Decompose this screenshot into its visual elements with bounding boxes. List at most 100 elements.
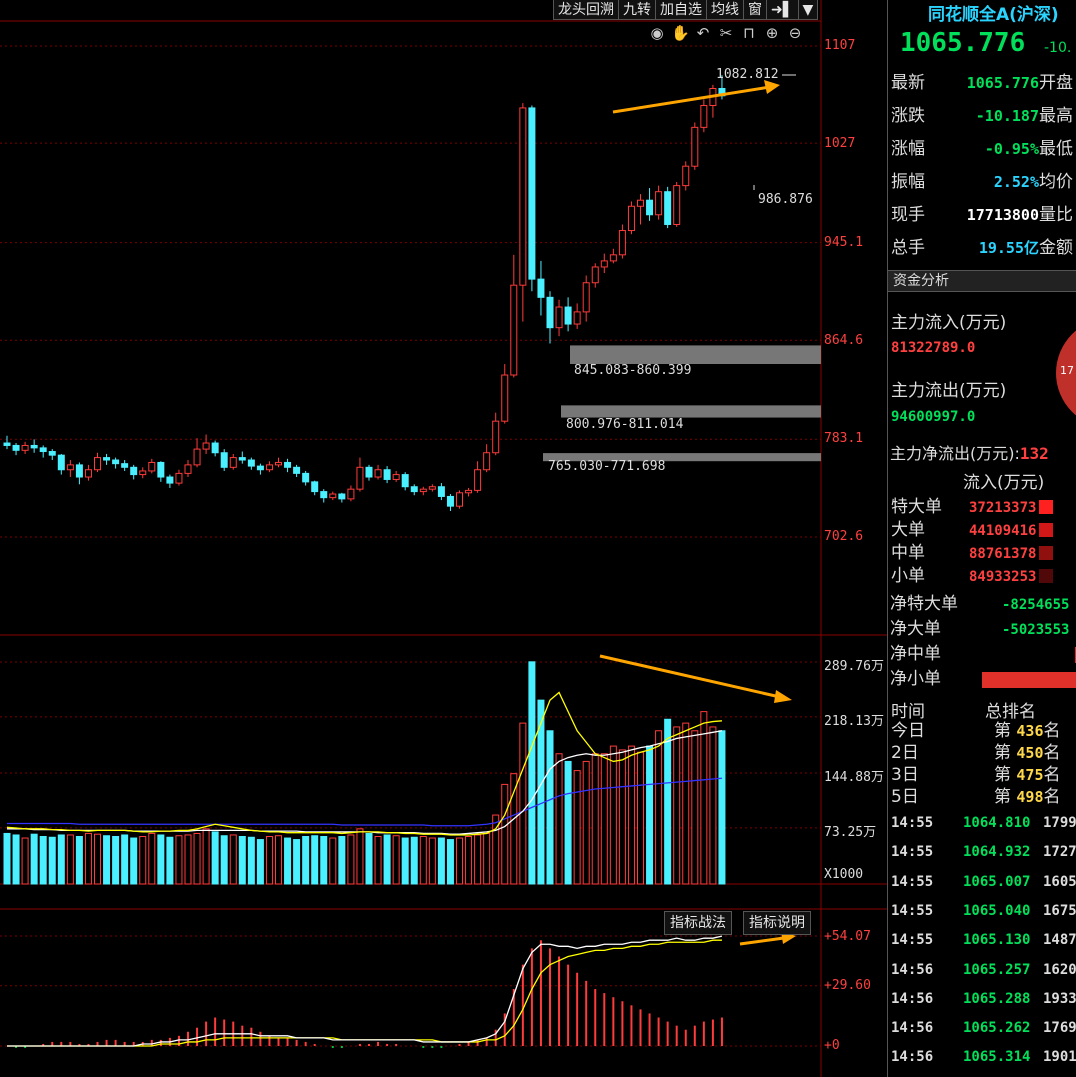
inflow-row: 中单 88761378: [891, 542, 1054, 565]
toolbar-button-ma[interactable]: 均线: [706, 0, 744, 20]
candle-body: [103, 457, 111, 461]
candle-body: [609, 254, 617, 262]
net-row: 净特大单 -8254655: [890, 592, 1069, 617]
candle-body: [700, 104, 708, 128]
tick-time: 14:55: [891, 873, 934, 890]
quote-key-2: 金额: [1039, 238, 1073, 258]
trend-arrowhead: [764, 80, 780, 94]
inflow-value: 44109416: [969, 523, 1037, 539]
indicator-tactics-button[interactable]: 指标战法: [664, 911, 732, 935]
tick-volume: 1605: [1043, 873, 1076, 890]
inflow-swatch: [1039, 569, 1054, 583]
quote-key: 振幅: [891, 172, 925, 192]
rank-period: 今日: [891, 721, 925, 741]
zoom-out-icon[interactable]: ⊖: [786, 24, 804, 42]
quote-row: 总手 19.55亿金额: [891, 232, 1076, 265]
tick-price: 1064.810: [963, 815, 1031, 831]
candle-body: [3, 442, 11, 446]
indicator-help-button[interactable]: 指标说明: [743, 911, 811, 935]
volume-bar: [238, 835, 246, 885]
net-value: -5023553: [1002, 622, 1070, 638]
net-label: 主力净流出(万元):: [890, 444, 1020, 463]
scissors-icon[interactable]: ✂: [717, 24, 735, 42]
eye-icon[interactable]: ◉: [648, 24, 666, 42]
volume-bar: [275, 835, 282, 885]
candle-body: [510, 284, 518, 376]
rank-suffix: 名: [1043, 765, 1061, 785]
chart-tools: ◉ ✋ ↶ ✂ ⊓ ⊕ ⊖: [648, 24, 804, 42]
candle-body: [12, 444, 20, 451]
candle-body: [311, 481, 319, 493]
toolbar-dropdown-icon[interactable]: ▼: [797, 0, 819, 20]
volume-unit: X1000: [824, 867, 864, 882]
rank-prefix: 第: [994, 787, 1011, 807]
lock-icon[interactable]: ⊓: [740, 24, 758, 42]
volume-bar: [12, 834, 20, 885]
tick-row: 14:56 1065.314 1901: [891, 1043, 1076, 1072]
candle-body: [139, 470, 147, 476]
candle-body: [401, 474, 409, 488]
volume-trend-arrowhead: [774, 690, 792, 703]
quote-row: 涨幅 -0.95%最低: [891, 133, 1076, 166]
candle-body: [184, 464, 192, 474]
volume-bar: [528, 661, 536, 885]
rank-number: 436: [1016, 722, 1044, 740]
tick-price: 1065.130: [963, 932, 1031, 949]
volume-bar: [338, 835, 346, 885]
candle-body: [130, 466, 138, 476]
candle-body: [293, 466, 301, 474]
rank-suffix: 名: [1043, 743, 1061, 763]
macd-dea-line: [7, 939, 722, 1047]
volume-bar: [284, 837, 292, 885]
candle-body: [112, 459, 120, 465]
volume-bar: [483, 832, 491, 885]
hand-icon[interactable]: ✋: [671, 24, 690, 42]
candle-body: [57, 454, 65, 471]
rank-row: 3日 第 475名: [891, 764, 1061, 786]
candle-body: [528, 107, 536, 280]
candle-body: [456, 492, 463, 507]
volume-axis-label: 73.25万: [824, 825, 877, 840]
quote-key: 涨跌: [891, 106, 925, 126]
toolbar-button-jiuzhuan[interactable]: 九转: [618, 0, 656, 20]
rank-title: 总排名: [985, 702, 1036, 722]
volume-bar: [627, 745, 635, 885]
toolbar-button-window[interactable]: 窗: [743, 0, 767, 20]
volume-bar: [673, 726, 681, 885]
candle-body: [193, 448, 201, 466]
toolbar-button-exit[interactable]: ➜▌: [766, 0, 799, 20]
undo-icon[interactable]: ↶: [694, 24, 712, 42]
candle-body: [646, 199, 654, 216]
rank-suffix: 名: [1043, 787, 1061, 807]
volume-bar: [256, 839, 264, 885]
volume-bar: [175, 835, 183, 885]
candle-body: [329, 493, 337, 499]
fund-analysis-header[interactable]: 资金分析: [888, 270, 1076, 292]
volume-bar: [75, 835, 83, 885]
price-axis-label: 945.1: [824, 235, 864, 250]
tick-price: 1065.040: [963, 902, 1031, 919]
candle-body: [374, 469, 382, 478]
tick-volume: 1769: [1043, 1020, 1076, 1037]
candle-body: [564, 306, 572, 325]
candle-body: [492, 420, 500, 454]
tick-time: 14:55: [891, 902, 934, 919]
rank-period: 2日: [891, 743, 919, 763]
volume-bar: [84, 832, 92, 885]
net-bar: [982, 672, 1076, 688]
price-axis-label: 1107: [824, 38, 856, 53]
index-title[interactable]: 同花顺全A(沪深): [928, 0, 1059, 25]
tick-volume: 1675: [1043, 902, 1076, 919]
main-inflow-label: 主力流入(万元): [891, 313, 1007, 333]
candle-body: [419, 488, 427, 493]
volume-bar: [247, 836, 255, 885]
indicator-axis-label: +0: [824, 1038, 840, 1053]
candle-body: [546, 296, 554, 329]
net-key: 净特大单: [890, 594, 958, 614]
toolbar-button-longtou[interactable]: 龙头回溯: [553, 0, 619, 20]
toolbar-button-add-watchlist[interactable]: 加自选: [655, 0, 707, 20]
zoom-in-icon[interactable]: ⊕: [763, 24, 781, 42]
candle-body: [284, 461, 292, 468]
candle-body: [256, 465, 264, 471]
price-change: -10.: [1044, 40, 1072, 56]
